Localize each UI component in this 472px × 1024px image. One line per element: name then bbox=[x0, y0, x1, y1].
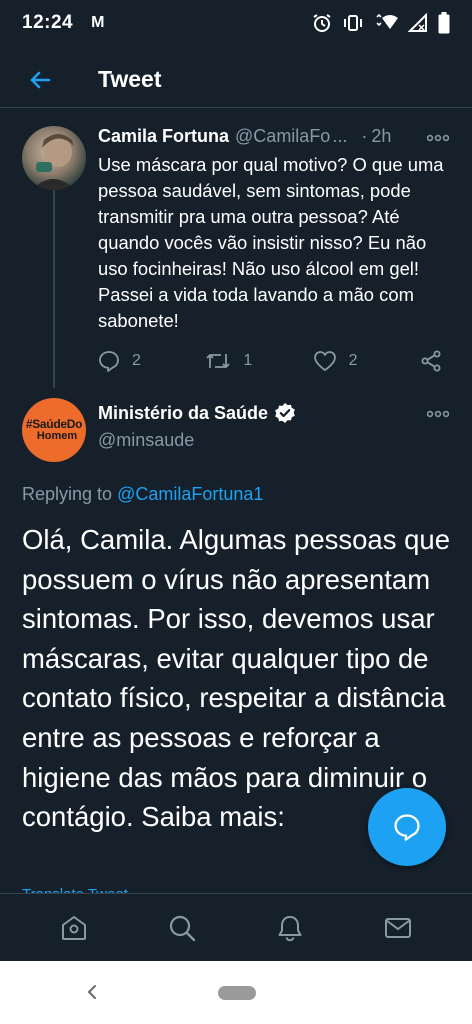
author-name[interactable]: Camila Fortuna bbox=[98, 126, 229, 147]
author-handle[interactable]: @CamilaFo bbox=[235, 126, 330, 147]
tweet-text: Olá, Camila. Algumas pessoas que possuem… bbox=[22, 524, 450, 833]
tweet-text: Use máscara por qual motivo? O que uma p… bbox=[98, 154, 444, 331]
reply-count: 2 bbox=[132, 352, 141, 369]
replying-to-label: Replying to bbox=[22, 484, 113, 504]
replying-to-line: Replying to @CamilaFortuna1 bbox=[22, 484, 263, 505]
home-icon bbox=[62, 915, 86, 940]
retweet-button[interactable]: 1 bbox=[205, 350, 312, 372]
heart-icon bbox=[313, 351, 336, 372]
search-icon bbox=[169, 915, 196, 941]
tweet-actions: 2 1 2 bbox=[98, 346, 454, 376]
reply-button[interactable]: 2 bbox=[98, 350, 205, 372]
notifications-icon bbox=[278, 915, 302, 941]
bottom-navigation bbox=[0, 893, 472, 961]
system-back-button[interactable] bbox=[80, 979, 104, 1005]
share-icon bbox=[421, 350, 441, 372]
verified-badge-icon bbox=[275, 403, 295, 423]
more-options-button[interactable] bbox=[426, 126, 450, 150]
status-time: 12:24 bbox=[22, 12, 74, 33]
app-header: Tweet bbox=[0, 52, 472, 108]
share-button[interactable] bbox=[420, 350, 454, 372]
system-home-pill[interactable] bbox=[218, 986, 256, 1000]
nav-messages[interactable] bbox=[368, 898, 428, 958]
back-button[interactable] bbox=[0, 52, 80, 108]
status-bar: 12:24 M bbox=[0, 0, 472, 46]
avatar[interactable]: #SaúdeDo Homem bbox=[22, 398, 86, 462]
chevron-left-icon bbox=[88, 985, 96, 999]
more-options-icon bbox=[427, 134, 449, 142]
page-title: Tweet bbox=[98, 66, 162, 92]
alarm-icon bbox=[313, 14, 331, 32]
avatar-text-line2: Homem bbox=[36, 430, 78, 442]
battery-icon bbox=[438, 12, 450, 34]
author-name-row[interactable]: Ministério da Saúde bbox=[98, 402, 296, 424]
separator-dot: · bbox=[361, 126, 368, 146]
signal-icon bbox=[408, 13, 427, 32]
gmail-notification-icon: M bbox=[91, 14, 105, 31]
arrow-left-icon bbox=[30, 71, 51, 88]
nav-search[interactable] bbox=[152, 898, 212, 958]
replying-to-mention[interactable]: @CamilaFortuna1 bbox=[117, 484, 263, 504]
system-navigation-bar bbox=[0, 961, 472, 1024]
avatar[interactable] bbox=[22, 126, 86, 190]
nav-notifications[interactable] bbox=[260, 898, 320, 958]
vibrate-icon bbox=[344, 15, 362, 31]
thread-connector-line bbox=[53, 190, 55, 388]
author-name[interactable]: Ministério da Saúde bbox=[98, 403, 268, 424]
tweet-header: Camila Fortuna @CamilaFo ... · 2h bbox=[98, 126, 452, 147]
like-count: 2 bbox=[348, 352, 358, 369]
wifi-icon bbox=[376, 13, 398, 29]
more-options-button[interactable] bbox=[426, 402, 450, 426]
more-options-icon bbox=[427, 410, 449, 418]
avatar-photo bbox=[32, 134, 76, 190]
reply-icon bbox=[394, 814, 420, 841]
author-handle[interactable]: @minsaude bbox=[98, 430, 194, 451]
tweet-timestamp: 2h bbox=[371, 126, 392, 146]
nav-home[interactable] bbox=[44, 898, 104, 958]
messages-icon bbox=[385, 917, 411, 938]
reply-icon bbox=[99, 351, 119, 372]
handle-ellipsis: ... bbox=[332, 126, 348, 146]
compose-reply-button[interactable] bbox=[368, 788, 446, 866]
status-icons bbox=[312, 12, 450, 34]
like-button[interactable]: 2 bbox=[313, 350, 420, 372]
avatar-text-line1: #SaúdeDo bbox=[25, 417, 83, 431]
retweet-icon bbox=[206, 354, 230, 368]
retweet-count: 1 bbox=[243, 352, 253, 369]
